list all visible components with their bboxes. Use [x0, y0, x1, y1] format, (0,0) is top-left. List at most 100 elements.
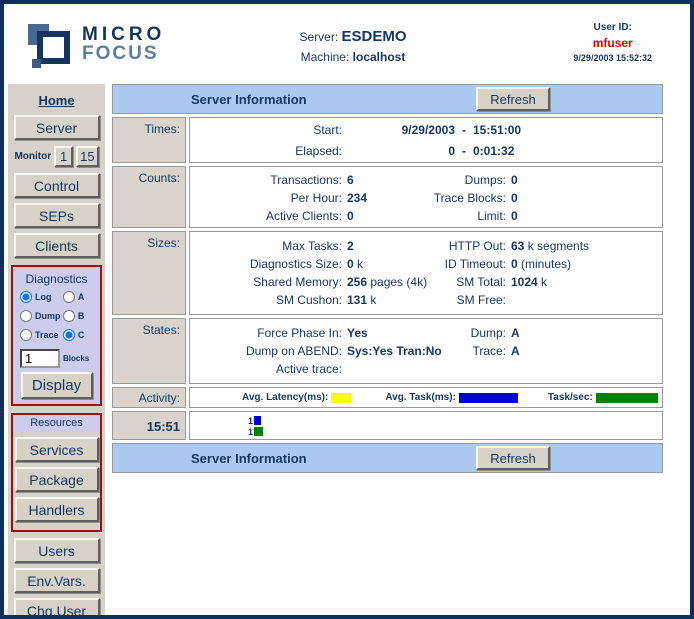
machine-name: localhost	[353, 50, 406, 64]
radio-a-input[interactable]	[63, 291, 75, 303]
radio-a[interactable]: A	[63, 291, 98, 303]
counts-per-hour: Per Hour:234	[190, 189, 426, 207]
radio-dump-input[interactable]	[20, 310, 32, 322]
user-id-value: mfuser	[573, 36, 652, 50]
legend-avg-task: Avg. Task(ms):	[385, 392, 518, 403]
states-dump: Dump:A	[426, 324, 662, 342]
blocks-input[interactable]	[20, 349, 60, 368]
header-timestamp: 9/29/2003 15:52:32	[573, 53, 652, 63]
display-button[interactable]: Display	[21, 372, 93, 399]
counts-trace-blocks: Trace Blocks:0	[426, 189, 662, 207]
states-dump-on-abend: Dump on ABEND:Sys:Yes Tran:No	[190, 342, 426, 360]
refresh-button-top[interactable]: Refresh	[476, 87, 550, 111]
diagnostics-title: Diagnostics	[15, 272, 98, 286]
radio-b-input[interactable]	[63, 310, 75, 322]
counts-limit: Limit:0	[426, 207, 662, 225]
states-trace: Trace:A	[426, 342, 662, 360]
tasksec-mini-bar	[254, 427, 263, 436]
start-time: 15:51:00	[473, 123, 662, 137]
activity-sample-row: 15:51 1 1	[112, 411, 663, 440]
sidebar-button-package[interactable]: Package	[15, 467, 99, 492]
states-force-phase-in: Force Phase In:Yes	[190, 324, 426, 342]
elapsed-time: 0:01:32	[473, 144, 662, 158]
page: MICRO FOCUS Server: ESDEMO Machine: loca…	[0, 0, 694, 619]
sidebar-button-handlers[interactable]: Handlers	[15, 497, 99, 522]
start-date: 9/29/2003	[342, 123, 455, 137]
counts-active-clients: Active Clients:0	[190, 207, 426, 225]
monitor-label: Monitor	[14, 151, 51, 162]
radio-trace[interactable]: Trace	[20, 329, 63, 341]
start-label: Start:	[190, 123, 342, 137]
server-label: Server:	[299, 30, 338, 44]
diagnostics-panel: Diagnostics Log A Dump	[11, 265, 102, 406]
legend-avg-latency: Avg. Latency(ms):	[242, 392, 351, 403]
radio-trace-input[interactable]	[20, 329, 32, 341]
radio-dump[interactable]: Dump	[20, 310, 63, 322]
sidebar-button-server[interactable]: Server	[14, 115, 100, 140]
resources-panel: Resources Services Package Handlers	[11, 413, 102, 532]
states-label: States:	[112, 318, 186, 384]
activity-label: Activity:	[112, 387, 186, 408]
refresh-button-bottom[interactable]: Refresh	[476, 446, 550, 470]
sizes-max-tasks: Max Tasks:2	[190, 237, 426, 255]
server-name: ESDEMO	[342, 28, 407, 45]
radio-c-input[interactable]	[63, 329, 75, 341]
tasksec-color-swatch	[596, 393, 658, 403]
counts-transactions: Transactions:6	[190, 171, 426, 189]
section-title-bottom: Server Information	[191, 451, 307, 466]
sidebar-button-seps[interactable]: SEPs	[14, 203, 100, 228]
latency-color-swatch	[331, 393, 351, 403]
radio-b[interactable]: B	[63, 310, 98, 322]
sizes-shared-memory: Shared Memory:256 pages (4k)	[190, 273, 426, 291]
monitor-button-15[interactable]: 15	[76, 146, 98, 167]
logo-text-focus: FOCUS	[82, 44, 165, 63]
user-info: User ID: mfuser 9/29/2003 15:52:32	[573, 22, 652, 63]
counts-row: Counts: Transactions:6 Per Hour:234 Acti…	[112, 166, 663, 228]
counts-dumps: Dumps:0	[426, 171, 662, 189]
sidebar-button-clients[interactable]: Clients	[14, 233, 100, 258]
sizes-row: Sizes: Max Tasks:2 Diagnostics Size:0 k …	[112, 231, 663, 315]
counts-label: Counts:	[112, 166, 186, 228]
legend-task-sec: Task/sec:	[548, 392, 658, 403]
user-id-label: User ID:	[573, 22, 652, 33]
section-title: Server Information	[191, 92, 307, 107]
activity-bar-tasksec: 1	[248, 426, 662, 437]
activity-row: Activity: Avg. Latency(ms): Avg. Task(ms…	[112, 387, 663, 408]
sizes-id-timeout: ID Timeout:0 (minutes)	[426, 255, 662, 273]
sidebar: Home Server Monitor 1 15 Control SEPs Cl…	[8, 84, 105, 619]
sidebar-button-users[interactable]: Users	[14, 538, 100, 563]
times-row: Times: Start: 9/29/2003 - 15:51:00 Elaps…	[112, 117, 663, 163]
monitor-row: Monitor 1 15	[8, 146, 105, 167]
blocks-label: Blocks	[63, 354, 89, 363]
radio-log-input[interactable]	[20, 291, 32, 303]
activity-sample-time: 15:51	[112, 411, 186, 440]
monitor-button-1[interactable]: 1	[54, 146, 73, 167]
sidebar-button-services[interactable]: Services	[15, 437, 99, 462]
micro-focus-logo-icon	[28, 22, 74, 68]
header: MICRO FOCUS Server: ESDEMO Machine: loca…	[4, 4, 690, 84]
states-active-trace: Active trace:	[190, 360, 426, 378]
sidebar-link-home[interactable]: Home	[8, 93, 105, 108]
content: Home Server Monitor 1 15 Control SEPs Cl…	[4, 84, 690, 619]
sizes-sm-cushon: SM Cushon:131 k	[190, 291, 426, 309]
activity-bar-task: 1	[248, 415, 662, 426]
sidebar-button-control[interactable]: Control	[14, 173, 100, 198]
server-machine-info: Server: ESDEMO Machine: localhost	[238, 28, 468, 64]
logo-text-micro: MICRO	[82, 25, 165, 44]
machine-label: Machine:	[301, 50, 350, 64]
sizes-sm-total: SM Total:1024 k	[426, 273, 662, 291]
radio-c[interactable]: C	[63, 329, 98, 341]
task-color-swatch	[459, 393, 518, 403]
micro-focus-logo: MICRO FOCUS	[28, 22, 165, 68]
sidebar-button-chguser[interactable]: Chg.User	[14, 598, 100, 619]
sizes-sm-free: SM Free:	[426, 291, 662, 309]
sizes-diagnostics-size: Diagnostics Size:0 k	[190, 255, 426, 273]
sidebar-button-envvars[interactable]: Env.Vars.	[14, 568, 100, 593]
task-mini-bar	[254, 416, 261, 425]
radio-log[interactable]: Log	[20, 291, 63, 303]
section-header-bottom: Server Information Refresh	[112, 443, 663, 473]
elapsed-days: 0	[342, 144, 455, 158]
resources-title: Resources	[13, 415, 100, 432]
sizes-label: Sizes:	[112, 231, 186, 315]
times-label: Times:	[112, 117, 186, 163]
